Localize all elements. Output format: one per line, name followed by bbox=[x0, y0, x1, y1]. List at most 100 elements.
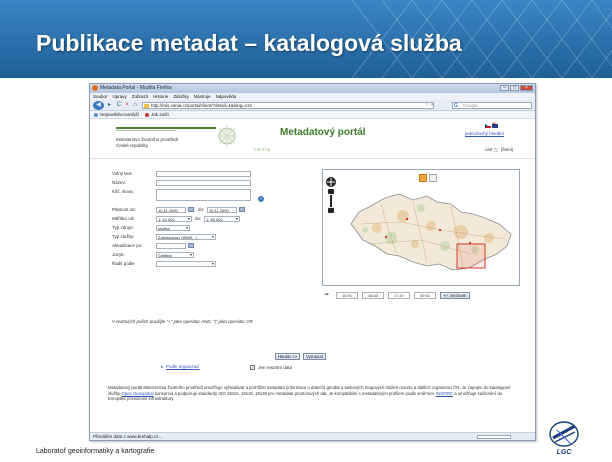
portal-title: Metadatový portál bbox=[280, 127, 366, 138]
browser-window: Metadata Portal - Mozilla Firefox – □ × … bbox=[89, 83, 536, 441]
url-text: http://mis.cenia.cz/portal/client/?detai… bbox=[151, 103, 253, 108]
scale-row: Měřítko od: 1: 10 000 do: 1: 50 000 bbox=[112, 216, 312, 223]
coordinate-row: ➞ 15.91 48.63 17.47 49.51 << Seznam bbox=[322, 291, 522, 301]
english-flag-icon[interactable] bbox=[492, 121, 498, 129]
organizations-link[interactable]: Podle organizací bbox=[166, 364, 200, 369]
list-button[interactable]: << Seznam bbox=[440, 292, 470, 299]
window-controls: – □ × bbox=[500, 85, 533, 91]
forward-icon[interactable]: ▸ bbox=[105, 101, 114, 110]
description-text: konsorcia a podporuje standardy ISO 1911… bbox=[153, 390, 436, 396]
inspire-link[interactable]: INSPIRE bbox=[436, 391, 453, 396]
language-label: Jazyk: bbox=[112, 252, 125, 257]
menu-historie[interactable]: Historie bbox=[153, 93, 168, 100]
updated-label: Aktualizace po: bbox=[112, 243, 143, 248]
map-tools bbox=[325, 176, 337, 221]
calendar-icon[interactable] bbox=[239, 207, 245, 212]
keywords-label: Klíč. slova: bbox=[112, 189, 134, 194]
open-geospatial-link[interactable]: Open Geospatial bbox=[121, 391, 153, 396]
coord-max-x[interactable]: 17.47 bbox=[388, 292, 410, 299]
service-type-label: Typ služby: bbox=[112, 234, 135, 239]
minimize-icon[interactable]: – bbox=[500, 85, 509, 91]
resort-data-checkbox-row: ✓ Jen resortní data bbox=[250, 365, 292, 371]
service-type-select[interactable]: Zobrazovací (WMS...) bbox=[156, 234, 216, 240]
updated-input[interactable] bbox=[156, 243, 186, 249]
calendar-icon[interactable] bbox=[188, 243, 194, 248]
scale-to-select[interactable]: 1: 50 000 bbox=[204, 216, 240, 222]
resource-type-select[interactable]: služba bbox=[156, 225, 190, 231]
coord-max-y[interactable]: 49.51 bbox=[414, 292, 436, 299]
bookmark-star-icon[interactable]: ☆ ▾ bbox=[425, 102, 433, 108]
status-text: Přenáším data z www.brehalp.cz... bbox=[93, 434, 163, 439]
close-icon[interactable]: × bbox=[520, 85, 533, 91]
cart-link[interactable]: cart 🛒 (čtení) bbox=[485, 147, 513, 153]
ministry-label: Ministerstvo životního prostředí České r… bbox=[116, 137, 178, 149]
menu-upravy[interactable]: Úpravy bbox=[113, 93, 127, 100]
updated-row: Aktualizace po: bbox=[112, 243, 312, 250]
menu-zobrazit[interactable]: Zobrazit bbox=[132, 93, 148, 100]
stop-icon[interactable]: × bbox=[123, 101, 131, 110]
keywords-input[interactable] bbox=[156, 189, 251, 201]
czech-flag-icon[interactable] bbox=[485, 124, 491, 128]
ministry-line-2: České republiky bbox=[116, 143, 149, 148]
language-select[interactable]: Čeština bbox=[156, 252, 194, 258]
slide-title: Publikace metadat – katalogová služba bbox=[36, 30, 462, 56]
validity-from-input[interactable]: 10.11.2000 bbox=[156, 207, 186, 213]
maximize-icon[interactable]: □ bbox=[510, 85, 519, 91]
name-input[interactable] bbox=[156, 180, 251, 186]
pan-tool-icon[interactable] bbox=[419, 174, 427, 182]
google-icon: G bbox=[454, 103, 458, 109]
sort-label: Řadit podle bbox=[112, 261, 135, 266]
language-flags bbox=[485, 121, 498, 129]
header-rule-light bbox=[116, 130, 176, 131]
sort-select[interactable] bbox=[156, 261, 216, 267]
zoom-tool-icon[interactable] bbox=[429, 174, 437, 182]
scale-from-select[interactable]: 1: 10 000 bbox=[156, 216, 192, 222]
cart-suffix: (čtení) bbox=[500, 147, 514, 152]
coord-min-y[interactable]: 48.63 bbox=[362, 292, 384, 299]
cenia-logo: cenia bbox=[254, 147, 271, 153]
scale-to-label: do: bbox=[195, 216, 202, 221]
bookmark-getting-started[interactable]: Jak začít bbox=[145, 111, 169, 118]
progress-bar bbox=[477, 435, 511, 439]
simple-search-link[interactable]: jednoduchý hledání bbox=[465, 131, 504, 136]
menu-bar: Soubor Úpravy Zobrazit Historie Záložky … bbox=[90, 93, 535, 100]
home-icon[interactable]: ⌂ bbox=[131, 101, 139, 110]
service-type-row: Typ služby: Zobrazovací (WMS...) bbox=[112, 234, 312, 241]
url-bar[interactable]: http://mis.cenia.cz/portal/client/?detai… bbox=[142, 102, 434, 109]
navigation-toolbar: ◀ ▸ C × ⌂ http://mis.cenia.cz/portal/cli… bbox=[90, 100, 535, 111]
sort-row: Řadit podle bbox=[112, 261, 312, 268]
portal-header: Ministerstvo životního prostředí České r… bbox=[90, 119, 535, 159]
clear-button[interactable]: Vymazat bbox=[303, 353, 326, 360]
page-favicon-icon bbox=[144, 104, 149, 108]
language-row: Jazyk: Čeština bbox=[112, 252, 312, 259]
menu-zalozky[interactable]: Záložky bbox=[173, 93, 189, 100]
scale-label: Měřítko od: bbox=[112, 216, 135, 221]
free-text-label: Volný text: bbox=[112, 171, 133, 176]
search-button[interactable]: Hledat >> bbox=[275, 353, 300, 360]
menu-soubor[interactable]: Soubor bbox=[93, 93, 108, 100]
resort-data-checkbox[interactable]: ✓ bbox=[250, 365, 255, 371]
keywords-row: Klíč. slova: ? bbox=[112, 189, 312, 202]
web-search-input[interactable]: G Google bbox=[452, 102, 532, 109]
menu-napoveda[interactable]: Nápověda bbox=[216, 93, 237, 100]
page-content: Ministerstvo životního prostředí České r… bbox=[90, 119, 535, 434]
map-panel bbox=[322, 169, 520, 286]
help-icon[interactable]: ? bbox=[258, 196, 264, 202]
pan-zoom-control-icon[interactable] bbox=[325, 176, 337, 216]
free-text-row: Volný text: bbox=[112, 171, 312, 178]
czech-republic-map[interactable] bbox=[341, 184, 517, 282]
back-icon[interactable]: ◀ bbox=[93, 101, 104, 110]
menu-nastroje[interactable]: Nástroje bbox=[194, 93, 211, 100]
calendar-icon[interactable] bbox=[188, 207, 194, 212]
name-label: Název: bbox=[112, 180, 127, 185]
bookmark-icon bbox=[145, 112, 150, 117]
cart-label: cart bbox=[485, 147, 493, 152]
operator-note: V textových polích použijte "+" jako ope… bbox=[112, 319, 253, 324]
bookmark-most-visited[interactable]: Nejnavštěvovanější bbox=[94, 111, 139, 118]
arrow-icon: ➞ bbox=[324, 292, 330, 298]
coord-min-x[interactable]: 15.91 bbox=[336, 292, 358, 299]
reload-icon[interactable]: C bbox=[115, 101, 123, 110]
validity-row: Platnost od: 10.11.2000 do: 10.11.2000 bbox=[112, 207, 312, 214]
validity-to-input[interactable]: 10.11.2000 bbox=[207, 207, 237, 213]
free-text-input[interactable] bbox=[156, 171, 251, 177]
